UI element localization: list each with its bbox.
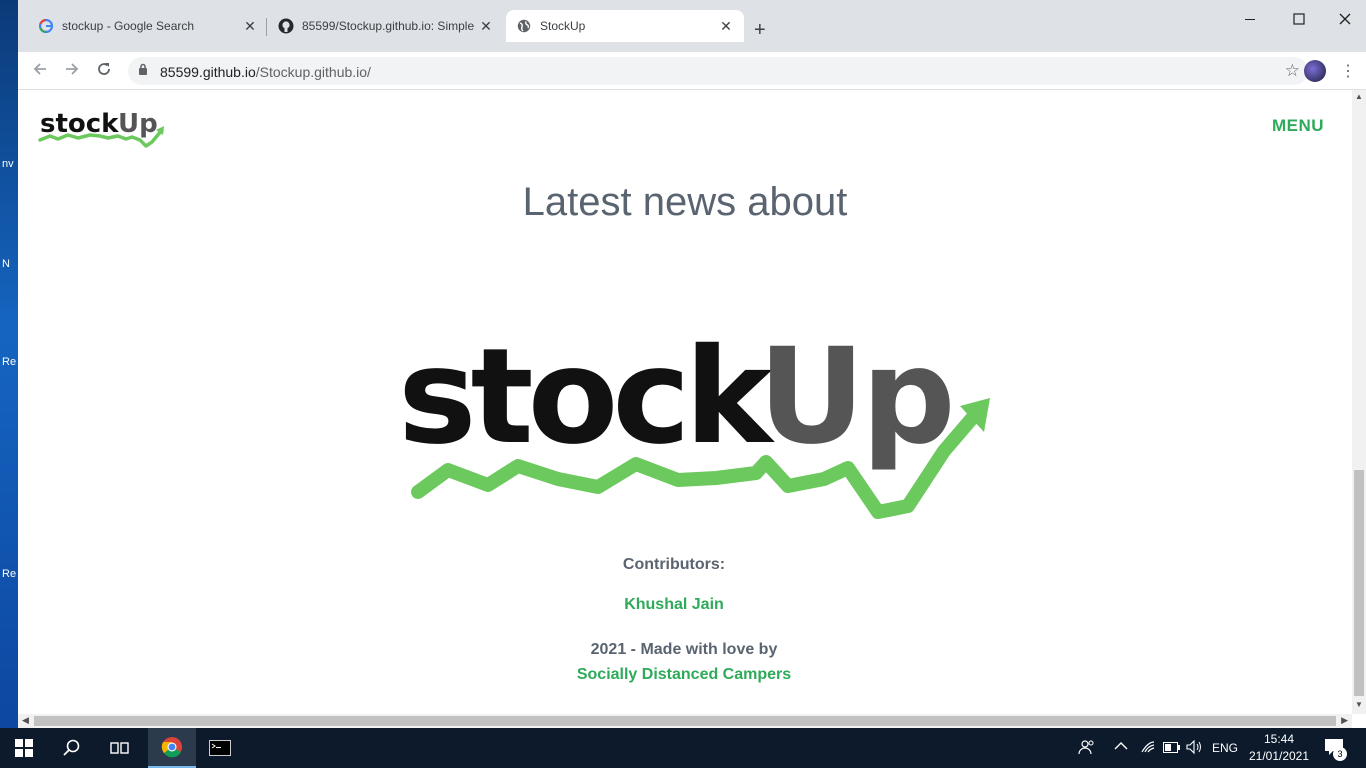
desktop-background: nv N Re Re <box>0 0 18 728</box>
desktop-icon-label: nv <box>2 158 14 170</box>
people-icon[interactable] <box>1078 739 1096 758</box>
action-center-button[interactable]: 3 <box>1324 738 1347 761</box>
clock-date: 21/01/2021 <box>1248 749 1310 763</box>
tab-title: stockup - Google Search <box>62 19 195 33</box>
maximize-button[interactable] <box>1293 12 1305 30</box>
chrome-icon <box>161 737 182 758</box>
windows-logo-icon <box>15 739 33 757</box>
minimize-button[interactable] <box>1244 12 1256 30</box>
forward-button[interactable] <box>64 61 80 82</box>
logo-text-dark: stock <box>40 109 119 139</box>
terminal-icon <box>209 740 231 756</box>
menu-kebab-icon[interactable]: ⋮ <box>1340 61 1356 81</box>
task-view-icon <box>110 742 129 754</box>
volume-icon[interactable] <box>1186 739 1204 757</box>
reload-button[interactable] <box>96 61 112 82</box>
battery-icon[interactable] <box>1163 742 1181 756</box>
tab-github-repo[interactable]: 85599/Stockup.github.io: Simple ✕ <box>268 10 504 42</box>
desktop-icon-label: Re <box>2 356 17 368</box>
task-view-button[interactable] <box>96 728 144 768</box>
desktop-icon-label: N <box>2 258 10 270</box>
github-icon <box>278 18 294 34</box>
url-domain: 85599.github.io <box>160 64 256 80</box>
page-heading: Latest news about <box>522 180 848 224</box>
taskbar-clock[interactable]: 15:44 21/01/2021 <box>1244 731 1314 765</box>
back-button[interactable] <box>32 61 48 82</box>
close-tab-icon[interactable]: ✕ <box>476 18 496 35</box>
bookmark-star-icon[interactable]: ☆ <box>1285 61 1300 81</box>
url-path: /Stockup.github.io/ <box>255 64 371 80</box>
browser-window: stockup - Google Search ✕ 85599/Stockup.… <box>18 0 1366 728</box>
tab-divider <box>266 18 267 36</box>
logo-text-light: Up <box>118 109 158 139</box>
wifi-icon[interactable] <box>1140 740 1156 757</box>
address-bar[interactable]: 85599.github.io/Stockup.github.io/ ☆ <box>128 57 1308 85</box>
menu-button[interactable]: MENU <box>1272 116 1324 136</box>
url-text: 85599.github.io/Stockup.github.io/ <box>160 64 371 80</box>
desktop-icon-label: Re <box>2 568 17 580</box>
globe-icon <box>516 18 532 34</box>
windows-taskbar: ENG 15:44 21/01/2021 3 <box>0 728 1366 768</box>
new-tab-button[interactable]: + <box>754 20 766 40</box>
title-bar[interactable] <box>18 0 1366 10</box>
contributor-link[interactable]: Khushal Jain <box>18 596 1330 614</box>
google-icon <box>38 18 54 34</box>
search-icon <box>63 739 80 756</box>
scroll-left-icon[interactable]: ◀ <box>22 715 29 726</box>
scroll-right-icon[interactable]: ▶ <box>1341 715 1348 726</box>
notification-badge: 3 <box>1333 747 1347 761</box>
horizontal-scrollbar[interactable]: ◀ ▶ <box>18 714 1352 728</box>
taskbar-terminal[interactable] <box>196 728 244 768</box>
stockup-logo-image: stock Up <box>396 320 996 539</box>
scroll-up-icon[interactable]: ▲ <box>1355 92 1363 101</box>
team-link[interactable]: Socially Distanced Campers <box>18 666 1350 684</box>
scroll-thumb[interactable] <box>1354 470 1364 696</box>
profile-avatar[interactable] <box>1304 60 1326 82</box>
scroll-down-icon[interactable]: ▼ <box>1355 700 1363 709</box>
language-indicator[interactable]: ENG <box>1212 741 1238 755</box>
tab-stockup[interactable]: StockUp ✕ <box>506 10 744 42</box>
contributors-label: Contributors: <box>622 556 726 573</box>
browser-toolbar: 85599.github.io/Stockup.github.io/ ☆ ⋮ <box>18 52 1366 90</box>
lock-icon[interactable] <box>138 63 148 81</box>
page-viewport: stock Up MENU Latest news about stock Up… <box>18 90 1352 714</box>
tab-title: StockUp <box>540 19 586 33</box>
site-logo[interactable]: stock Up <box>38 102 166 155</box>
logo-text-dark: stock <box>398 334 776 474</box>
search-button[interactable] <box>48 728 96 768</box>
tab-google-search[interactable]: stockup - Google Search ✕ <box>28 10 268 42</box>
start-button[interactable] <box>0 728 48 768</box>
footer-text: 2021 - Made with love by <box>590 641 778 658</box>
close-window-button[interactable] <box>1339 12 1351 30</box>
clock-time: 15:44 <box>1263 732 1295 746</box>
chevron-up-icon[interactable] <box>1114 740 1128 754</box>
logo-text-light: Up <box>758 334 952 474</box>
tab-title: 85599/Stockup.github.io: Simple <box>302 19 475 33</box>
scroll-thumb[interactable] <box>34 716 1336 726</box>
close-tab-icon[interactable]: ✕ <box>240 18 260 35</box>
close-tab-icon[interactable]: ✕ <box>716 18 736 35</box>
taskbar-chrome[interactable] <box>148 728 196 768</box>
vertical-scrollbar[interactable]: ▲ ▼ <box>1352 90 1366 714</box>
